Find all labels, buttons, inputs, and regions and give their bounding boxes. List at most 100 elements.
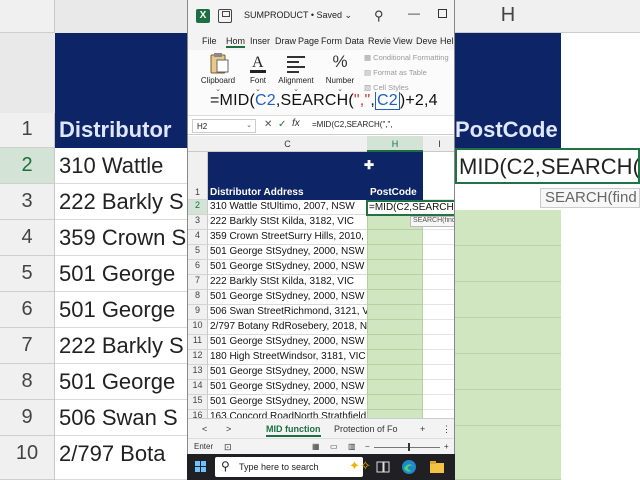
worksheet-grid[interactable]: Distributor Address PostCode 1 2 310 Wat… (188, 152, 454, 418)
row-number[interactable]: 7 (188, 275, 208, 290)
accessibility-icon[interactable]: ⊡ (224, 442, 232, 453)
row-number[interactable]: 2 (188, 200, 208, 215)
row-number[interactable]: 10 (188, 320, 208, 335)
tab-file[interactable]: File (202, 36, 217, 46)
conditional-formatting-button[interactable]: ▦ Conditional Formatting (364, 53, 449, 68)
cell-i[interactable] (423, 230, 454, 245)
row-number[interactable]: 12 (188, 350, 208, 365)
chevron-left-icon[interactable]: < (202, 424, 207, 434)
cell-i[interactable] (423, 305, 454, 320)
row-number[interactable]: 5 (188, 245, 208, 260)
copilot-sparkle-icon[interactable]: ✦✧ (349, 458, 371, 474)
font-group[interactable]: A Font ⌄ (243, 52, 273, 93)
row-number[interactable]: 16 (188, 410, 208, 418)
cell-i[interactable] (423, 365, 454, 380)
postcode-cell[interactable] (367, 320, 423, 335)
cell-i[interactable] (423, 395, 454, 410)
cell-i[interactable] (423, 245, 454, 260)
address-cell[interactable]: 501 George StSydney, 2000, NSW (208, 395, 367, 410)
tab-insert[interactable]: Inser (250, 36, 270, 46)
name-box[interactable]: H2 ⌄ (192, 119, 256, 133)
row-number[interactable]: 6 (188, 260, 208, 275)
tab-formulas[interactable]: Form (321, 36, 342, 46)
postcode-cell[interactable] (367, 275, 423, 290)
address-cell[interactable]: 310 Wattle StUltimo, 2007, NSW (208, 200, 367, 215)
search-icon[interactable]: ⚲ (374, 8, 384, 24)
row-number[interactable]: 4 (188, 230, 208, 245)
row-number[interactable]: 15 (188, 395, 208, 410)
sheet-tab-protection[interactable]: Protection of Fo (334, 424, 398, 434)
format-as-table-button[interactable]: ▤ Format as Table (364, 68, 449, 83)
postcode-cell[interactable] (367, 230, 423, 245)
zoom-slider[interactable] (374, 447, 440, 448)
row-number[interactable]: 8 (188, 290, 208, 305)
address-cell[interactable]: 163 Concord RoadNorth Strathfield (208, 410, 367, 418)
address-cell[interactable]: 2/797 Botany RdRosebery, 2018, NSW (208, 320, 367, 335)
taskbar-search-box[interactable]: ⚲ Type here to search ✦✧ (215, 457, 371, 477)
edge-browser-icon[interactable] (401, 459, 417, 475)
row-number[interactable]: 1 (188, 152, 208, 200)
row-number[interactable]: 3 (188, 215, 208, 230)
cell-i[interactable] (423, 335, 454, 350)
address-cell[interactable]: 180 High StreetWindsor, 3181, VIC (208, 350, 367, 365)
enter-check-icon[interactable]: ✓ (278, 119, 286, 130)
postcode-cell[interactable] (367, 260, 423, 275)
postcode-cell[interactable] (367, 245, 423, 260)
cell-i[interactable] (423, 275, 454, 290)
clipboard-group[interactable]: Clipboard ⌄ (198, 52, 238, 93)
minimize-icon[interactable]: — (408, 6, 420, 20)
formula-input[interactable]: =MID(C2,SEARCH(",", (312, 120, 393, 129)
cell-i[interactable] (423, 410, 454, 418)
postcode-cell[interactable] (367, 290, 423, 305)
postcode-cell[interactable] (367, 365, 423, 380)
tab-home[interactable]: Hom (226, 36, 246, 48)
chevron-right-icon[interactable]: > (226, 424, 231, 434)
address-cell[interactable]: 222 Barkly StSt Kilda, 3182, VIC (208, 215, 367, 230)
address-cell[interactable]: 222 Barkly StSt Kilda, 3182, VIC (208, 275, 367, 290)
postcode-cell[interactable] (367, 380, 423, 395)
document-title[interactable]: SUMPRODUCT • Saved ⌄ (244, 10, 352, 21)
page-break-icon[interactable]: ▥ (348, 442, 356, 451)
cell-i[interactable] (423, 320, 454, 335)
address-cell[interactable]: 501 George StSydney, 2000, NSW (208, 380, 367, 395)
address-cell[interactable]: 359 Crown StreetSurry Hills, 2010, NSW (208, 230, 367, 245)
insert-function-icon[interactable]: fx (292, 118, 300, 129)
task-view-icon[interactable] (375, 459, 391, 475)
normal-view-icon[interactable]: ▦ (312, 442, 320, 451)
cancel-icon[interactable]: ✕ (264, 119, 272, 130)
address-cell[interactable]: 506 Swan StreetRichmond, 3121, VIC (208, 305, 367, 320)
tab-review[interactable]: Revie (368, 36, 391, 46)
address-cell[interactable]: 501 George StSydney, 2000, NSW (208, 245, 367, 260)
more-icon[interactable]: ⋮ (442, 424, 451, 435)
page-layout-icon[interactable]: ▭ (330, 442, 338, 451)
zoom-slider-thumb[interactable] (408, 443, 410, 451)
sheet-tab-mid-function[interactable]: MID function (266, 424, 321, 437)
file-explorer-icon[interactable] (429, 459, 445, 475)
chevron-down-icon[interactable]: ⌄ (246, 121, 252, 129)
postcode-cell[interactable] (367, 335, 423, 350)
function-tooltip[interactable]: SEARCH(find (410, 216, 454, 227)
row-number[interactable]: 9 (188, 305, 208, 320)
tab-page-layout[interactable]: Page (298, 36, 319, 46)
column-header-c[interactable]: C (208, 139, 367, 149)
tab-draw[interactable]: Draw (275, 36, 296, 46)
windows-start-icon[interactable] (195, 461, 207, 473)
save-icon[interactable] (218, 9, 232, 23)
maximize-icon[interactable] (438, 9, 447, 18)
alignment-group[interactable]: Alignment ⌄ (276, 52, 316, 93)
tab-help[interactable]: Hel (440, 36, 454, 46)
tab-data[interactable]: Data (345, 36, 364, 46)
add-sheet-icon[interactable]: + (420, 424, 425, 434)
active-cell-editor[interactable]: =MID(C2,SEARCH(" (366, 200, 454, 216)
cell-i[interactable] (423, 290, 454, 305)
address-cell[interactable]: 501 George StSydney, 2000, NSW (208, 365, 367, 380)
row-number[interactable]: 14 (188, 380, 208, 395)
postcode-cell[interactable] (367, 395, 423, 410)
zoom-out-icon[interactable]: − (365, 442, 370, 451)
row-number[interactable]: 13 (188, 365, 208, 380)
cell-i[interactable] (423, 350, 454, 365)
address-cell[interactable]: 501 George StSydney, 2000, NSW (208, 260, 367, 275)
cell-i[interactable] (423, 380, 454, 395)
address-cell[interactable]: 501 George StSydney, 2000, NSW (208, 290, 367, 305)
cell-i[interactable] (423, 260, 454, 275)
